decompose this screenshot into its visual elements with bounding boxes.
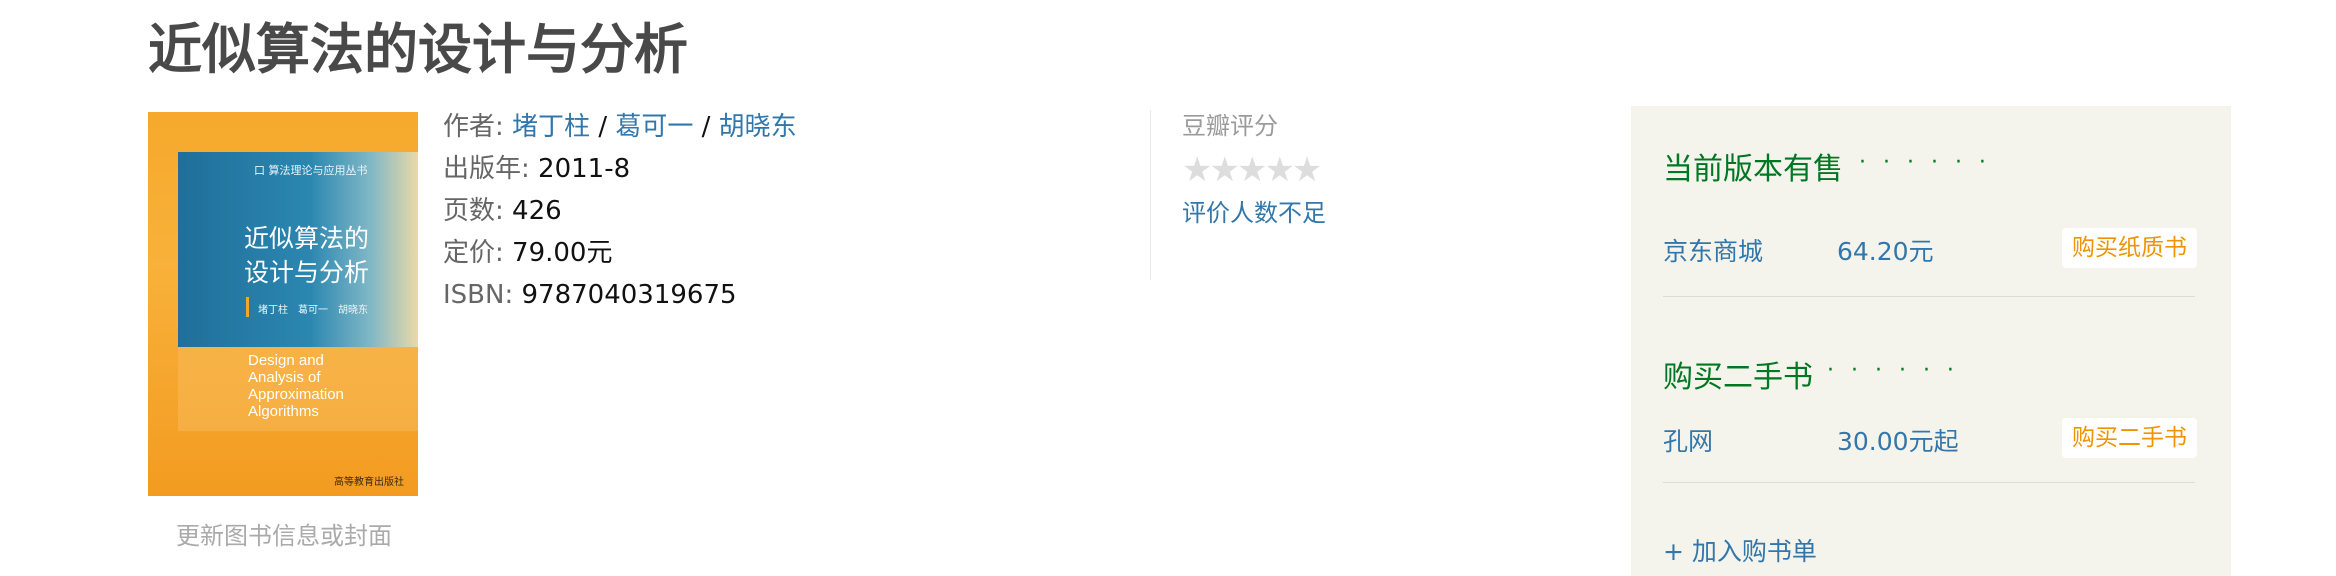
cover-english-title: Design and Analysis of Approximation Alg…: [248, 352, 344, 420]
vertical-divider: [1150, 110, 1151, 280]
isbn-row: ISBN: 9787040319675: [443, 274, 797, 316]
buy-paper-book-button[interactable]: 购买纸质书: [2062, 228, 2197, 268]
cover-title-line1: 近似算法的: [244, 224, 370, 253]
cover-en-line2: Analysis of: [248, 369, 321, 386]
isbn-label: ISBN:: [443, 280, 514, 310]
section-dots: · · · · · ·: [1827, 358, 1959, 383]
buy-secondhand-button[interactable]: 购买二手书: [2062, 418, 2197, 458]
price-row: 定价: 79.00元: [443, 232, 797, 274]
cover-publisher-logo: 高等教育出版社: [334, 477, 404, 488]
pages-row: 页数: 426: [443, 190, 797, 232]
author-link-3[interactable]: 胡晓东: [719, 112, 797, 142]
store-price-kongfz[interactable]: 30.00元起: [1837, 422, 1959, 458]
update-book-info-link[interactable]: 更新图书信息或封面: [176, 516, 392, 551]
author-link-1[interactable]: 堵丁柱: [512, 112, 590, 142]
secondhand-title: 购买二手书: [1663, 360, 1813, 395]
store-link-kongfz[interactable]: 孔网: [1663, 422, 1713, 458]
cover-title: 近似算法的 设计与分析: [244, 222, 369, 290]
author-separator: /: [598, 112, 608, 142]
cover-en-line4: Algorithms: [248, 403, 319, 420]
rating-insufficient-link[interactable]: 评价人数不足: [1182, 193, 1326, 228]
book-info: 作者: 堵丁柱 / 葛可一 / 胡晓东 出版年: 2011-8 页数: 426 …: [443, 106, 797, 316]
section-dots: · · · · · ·: [1859, 150, 1991, 175]
cover-accent-bar: [246, 297, 249, 317]
store-price-jd[interactable]: 64.20元: [1837, 232, 1934, 268]
price-label: 定价:: [443, 238, 504, 268]
author-separator: /: [701, 112, 711, 142]
cover-series-text: 口 算法理论与应用丛书: [254, 164, 368, 177]
author-row: 作者: 堵丁柱 / 葛可一 / 胡晓东: [443, 106, 797, 148]
cover-authors: 堵丁柱 葛可一 胡晓东: [258, 305, 368, 316]
rating-label: 豆瓣评分: [1182, 112, 1278, 140]
cover-en-line3: Approximation: [248, 386, 344, 403]
store-link-jd[interactable]: 京东商城: [1663, 232, 1763, 268]
rating-stars-icon: ★★★★★: [1182, 150, 1322, 190]
cover-title-line2: 设计与分析: [244, 258, 370, 287]
year-label: 出版年:: [443, 154, 530, 184]
price-value: 79.00元: [512, 238, 613, 268]
author-link-2[interactable]: 葛可一: [615, 112, 693, 142]
divider: [1663, 482, 2195, 483]
current-edition-title: 当前版本有售: [1663, 152, 1843, 187]
year-row: 出版年: 2011-8: [443, 148, 797, 190]
isbn-value: 9787040319675: [521, 280, 737, 310]
page-title: 近似算法的设计与分析: [148, 18, 688, 81]
buy-panel: 当前版本有售 · · · · · · 京东商城 64.20元 购买纸质书 购买二…: [1631, 106, 2231, 576]
pages-value: 426: [512, 196, 562, 226]
year-value: 2011-8: [538, 154, 631, 184]
pages-label: 页数:: [443, 196, 504, 226]
cover-en-line1: Design and: [248, 352, 324, 369]
author-label: 作者:: [443, 112, 504, 142]
add-to-book-list-link[interactable]: + 加入购书单: [1663, 532, 1817, 568]
divider: [1663, 296, 2195, 297]
book-cover[interactable]: 口 算法理论与应用丛书 近似算法的 设计与分析 堵丁柱 葛可一 胡晓东 Desi…: [148, 112, 418, 496]
